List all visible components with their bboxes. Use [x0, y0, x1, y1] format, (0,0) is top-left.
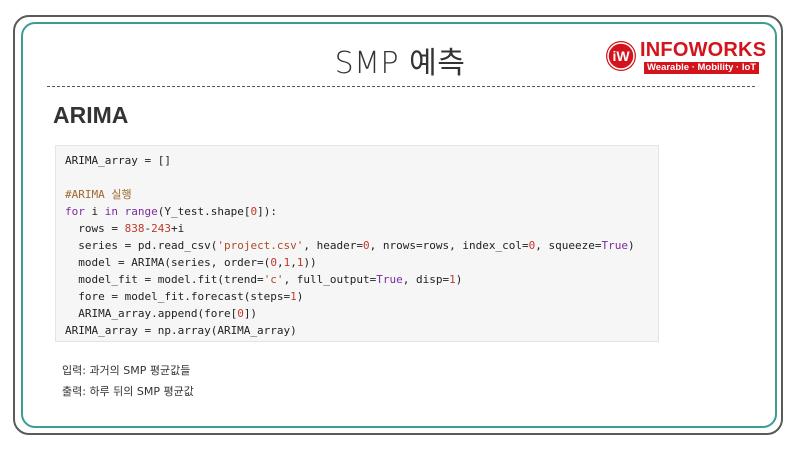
code-token: )	[455, 273, 463, 286]
code-line: rows = 838-243+i	[65, 220, 635, 237]
code-token: ]):	[257, 205, 277, 218]
code-token: True	[601, 239, 628, 252]
code-token: , full_output=	[283, 273, 377, 286]
code-token: model_fit = model.fit(trend=	[65, 273, 264, 286]
code-block: ARIMA_array = [] #ARIMA 실행 for i in range…	[55, 145, 659, 342]
code-token: , squeeze=	[535, 239, 602, 252]
code-line: ARIMA_array = []	[65, 152, 635, 169]
code-token: , disp=	[402, 273, 450, 286]
code-token: 'c'	[263, 273, 284, 286]
code-line: fore = model_fit.forecast(steps=1)	[65, 288, 635, 305]
code-token: , nrows=rows, index_col=	[369, 239, 529, 252]
code-token: fore = model_fit.forecast(steps=	[65, 290, 291, 303]
code-token: 1	[449, 273, 456, 286]
code-token: )	[627, 239, 635, 252]
code-token: )	[296, 290, 304, 303]
code-line: series = pd.read_csv('project.csv', head…	[65, 237, 635, 254]
code-token: range	[124, 205, 158, 218]
code-token: i	[84, 205, 105, 218]
code-token: series = pd.read_csv(	[65, 239, 218, 252]
code-token: ARIMA_array = np.array(ARIMA_array)	[65, 324, 297, 337]
code-line: #ARIMA 실행	[65, 186, 635, 203]
code-token: 0	[363, 239, 370, 252]
code-token: 838	[124, 222, 145, 235]
code-token: (Y_test.shape[	[157, 205, 251, 218]
code-token: model = ARIMA(series, order=(	[65, 256, 271, 269]
code-token: 0	[237, 307, 244, 320]
code-token: ))	[303, 256, 317, 269]
code-token: +i	[170, 222, 185, 235]
code-token: 'project.csv'	[217, 239, 304, 252]
logo-mark-glyph: iW	[607, 42, 635, 70]
code-line: ARIMA_array.append(fore[0])	[65, 305, 635, 322]
section-heading: ARIMA	[53, 102, 129, 128]
code-token: ,	[290, 256, 297, 269]
input-note: 입력: 과거의 SMP 평균값들	[62, 364, 191, 377]
code-token: ,	[276, 256, 284, 269]
code-token: ARIMA_array.append(fore[	[65, 307, 238, 320]
logo-tagline: Wearable · Mobility · IoT	[644, 62, 760, 74]
code-token: ARIMA_array = []	[65, 154, 171, 167]
code-lines: ARIMA_array = [] #ARIMA 실행 for i in range…	[65, 152, 635, 339]
code-line: for i in range(Y_test.shape[0]):	[65, 203, 635, 220]
code-token: in	[104, 205, 118, 218]
code-token: ])	[243, 307, 258, 320]
code-token: , header=	[303, 239, 364, 252]
code-token: #ARIMA 실행	[65, 188, 132, 201]
code-token: for	[65, 205, 85, 218]
code-line: model_fit = model.fit(trend='c', full_ou…	[65, 271, 635, 288]
output-note: 출력: 하루 뒤의 SMP 평균값	[62, 385, 194, 398]
logo-wordmark: INFOWORKS	[640, 39, 767, 61]
code-token: 1	[290, 290, 297, 303]
code-token: 243	[151, 222, 171, 235]
header-divider	[47, 86, 755, 87]
code-token: True	[376, 273, 403, 286]
code-line: ARIMA_array = np.array(ARIMA_array)	[65, 322, 635, 339]
logo-mark-text: iW	[612, 48, 630, 64]
code-line: model = ARIMA(series, order=(0,1,1))	[65, 254, 635, 271]
code-token: rows =	[65, 222, 125, 235]
logo-mark-icon: iW	[606, 41, 636, 71]
infoworks-logo: iW INFOWORKS Wearable · Mobility · IoT	[606, 39, 766, 75]
code-token: 0	[270, 256, 277, 269]
